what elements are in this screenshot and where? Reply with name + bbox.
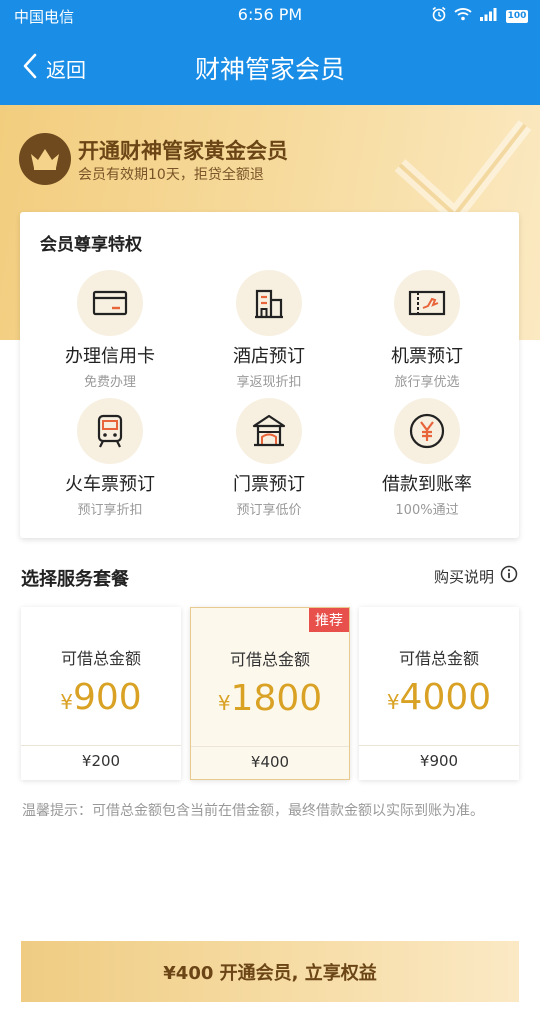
package-amount: ¥900	[21, 677, 181, 718]
credit-card-icon	[77, 270, 143, 336]
status-icons: 100	[431, 6, 528, 26]
package-divider	[359, 745, 519, 746]
membership-title: 开通财神管家黄金会员	[78, 139, 288, 163]
battery-icon: 100	[506, 9, 528, 23]
warm-tip: 温馨提示：可借总金额包含当前在借金额，最终借款金额以实际到账为准。	[22, 803, 484, 819]
signal-icon	[479, 7, 499, 25]
currency-symbol: ¥	[386, 690, 400, 714]
package-label: 可借总金额	[398, 649, 479, 668]
package-price: ¥200	[81, 752, 121, 770]
privilege-flight[interactable]: 机票预订 旅行享优选	[347, 270, 507, 390]
package-price: ¥400	[250, 753, 290, 771]
activate-membership-button[interactable]: ¥400 开通会员, 立享权益	[21, 941, 519, 1002]
package-section-title: 选择服务套餐	[21, 569, 129, 590]
info-icon	[500, 565, 518, 587]
privilege-ticket[interactable]: 门票预订 预订享低价	[189, 398, 349, 518]
amount-value: 1800	[230, 678, 323, 719]
package-option-selected[interactable]: 推荐 可借总金额 ¥1800 ¥400	[190, 607, 350, 780]
privilege-train[interactable]: 火车票预订 预订享折扣	[30, 398, 190, 518]
package-price: ¥900	[419, 752, 459, 770]
privilege-desc: 预订享折扣	[77, 503, 143, 518]
privilege-label: 门票预订	[233, 474, 305, 495]
privilege-desc: 免费办理	[83, 375, 136, 390]
privilege-hotel[interactable]: 酒店预订 享返现折扣	[189, 270, 349, 390]
page-title: 财神管家会员	[194, 55, 345, 84]
hotel-icon	[236, 270, 302, 336]
privileges-title: 会员尊享特权	[40, 235, 142, 255]
amount-value: 900	[73, 677, 142, 718]
privilege-label: 机票预订	[391, 346, 463, 367]
yen-coin-icon	[394, 398, 460, 464]
wifi-icon	[454, 7, 472, 25]
package-divider	[21, 745, 181, 746]
package-label: 可借总金额	[60, 649, 141, 668]
status-bar: 中国电信 6:56 PM 100	[0, 0, 540, 30]
package-amount: ¥4000	[359, 677, 519, 718]
amount-value: 4000	[399, 677, 492, 718]
train-icon	[77, 398, 143, 464]
flight-ticket-icon	[394, 270, 460, 336]
privilege-desc: 享返现折扣	[236, 375, 302, 390]
recommended-badge: 推荐	[309, 608, 349, 632]
package-option[interactable]: 可借总金额 ¥900 ¥200	[21, 607, 181, 780]
privilege-desc: 预订享低价	[236, 503, 302, 518]
privilege-label: 酒店预订	[233, 346, 305, 367]
package-divider	[191, 746, 349, 747]
pavilion-icon	[236, 398, 302, 464]
privileges-card: 会员尊享特权 办理信用卡 免费办理 酒店预订 享返现折扣 机票预订 旅行享优选 …	[20, 212, 519, 538]
privilege-label: 火车票预订	[65, 474, 155, 495]
privilege-desc: 100%通过	[395, 503, 459, 518]
purchase-info-link[interactable]: 购买说明	[434, 565, 518, 587]
alarm-icon	[431, 6, 447, 26]
currency-symbol: ¥	[60, 690, 73, 714]
privilege-label: 借款到账率	[382, 474, 472, 495]
privilege-loan[interactable]: 借款到账率 100%通过	[347, 398, 507, 518]
currency-symbol: ¥	[217, 691, 231, 715]
nav-bar: 返回 财神管家会员	[0, 30, 540, 105]
privilege-desc: 旅行享优选	[394, 375, 460, 390]
purchase-info-label: 购买说明	[433, 567, 494, 586]
crown-icon	[19, 133, 71, 185]
package-amount: ¥1800	[191, 678, 349, 719]
membership-subtitle: 会员有效期10天，拒贷全额退	[78, 167, 264, 183]
activate-button-label: ¥400 开通会员, 立享权益	[163, 962, 377, 984]
package-option[interactable]: 可借总金额 ¥4000 ¥900	[359, 607, 519, 780]
package-label: 可借总金额	[229, 650, 310, 669]
privilege-label: 办理信用卡	[65, 346, 155, 367]
privilege-credit-card[interactable]: 办理信用卡 免费办理	[30, 270, 190, 390]
